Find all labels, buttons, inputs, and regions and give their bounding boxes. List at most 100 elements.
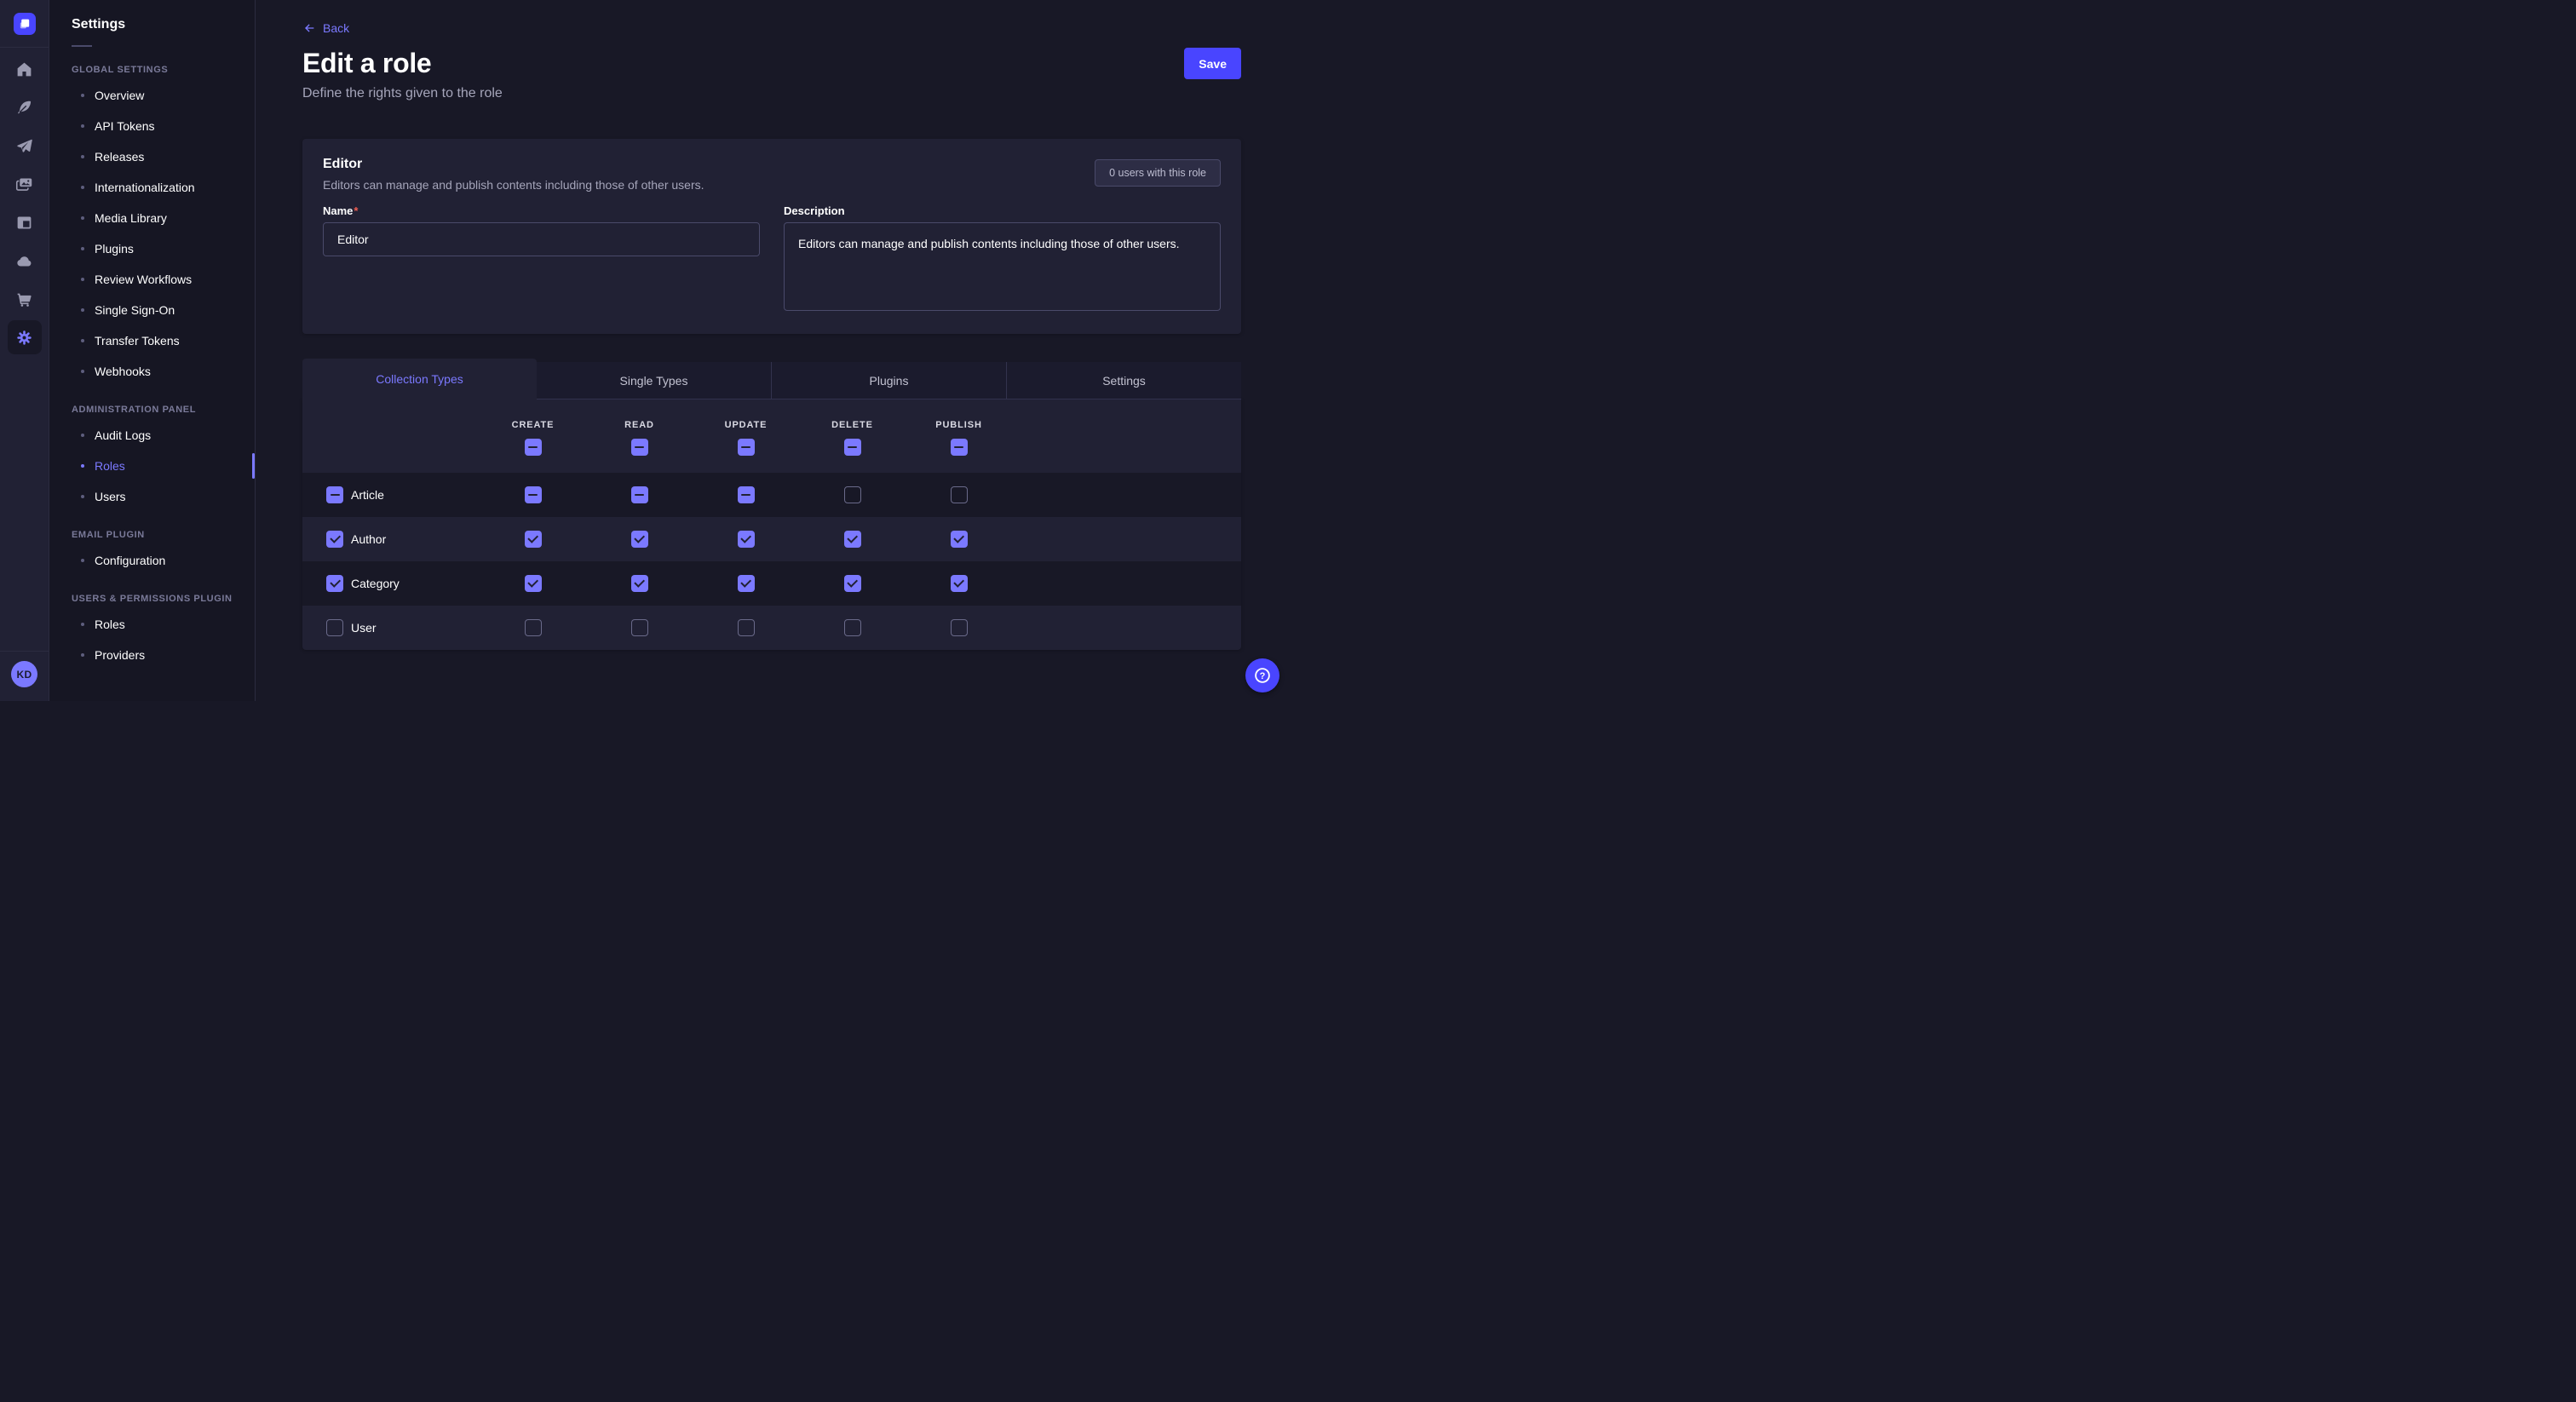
tab-settings[interactable]: Settings (1006, 362, 1241, 399)
permission-checkbox[interactable] (631, 531, 648, 548)
images-icon[interactable] (8, 167, 42, 201)
subnav-item-review-workflows[interactable]: Review Workflows (49, 264, 255, 295)
permission-checkbox[interactable] (631, 486, 648, 503)
subnav-item-transfer-tokens[interactable]: Transfer Tokens (49, 325, 255, 356)
subnav-item-label: Providers (95, 648, 145, 662)
description-textarea[interactable]: Editors can manage and publish contents … (784, 222, 1221, 311)
row-select-checkbox[interactable] (326, 531, 343, 548)
permission-row-category: Category (302, 561, 1241, 606)
permission-checkbox[interactable] (738, 486, 755, 503)
column-update: UPDATE (693, 399, 799, 473)
column-select-checkbox[interactable] (951, 439, 968, 456)
subnav-item-overview[interactable]: Overview (49, 80, 255, 111)
subnav-item-internationalization[interactable]: Internationalization (49, 172, 255, 203)
bullet-icon (81, 94, 84, 97)
cart-icon[interactable] (8, 282, 42, 316)
column-select-checkbox[interactable] (844, 439, 861, 456)
column-read: READ (586, 399, 693, 473)
bullet-icon (81, 155, 84, 158)
subnav-item-roles[interactable]: Roles (49, 609, 255, 640)
permission-checkbox[interactable] (525, 486, 542, 503)
home-icon[interactable] (8, 52, 42, 86)
cloud-icon[interactable] (8, 244, 42, 278)
permission-checkbox[interactable] (631, 575, 648, 592)
permission-checkbox[interactable] (525, 619, 542, 636)
column-select-checkbox[interactable] (631, 439, 648, 456)
subnav-item-label: Roles (95, 618, 125, 631)
feather-icon[interactable] (8, 90, 42, 124)
row-select-checkbox[interactable] (326, 486, 343, 503)
subnav-item-label: API Tokens (95, 119, 155, 133)
question-mark-icon: ? (1253, 666, 1272, 685)
permissions-table: CREATEREADUPDATEDELETEPUBLISH ArticleAut… (302, 399, 1241, 650)
tab-plugins[interactable]: Plugins (771, 362, 1006, 399)
permission-checkbox[interactable] (844, 531, 861, 548)
permission-checkbox[interactable] (844, 575, 861, 592)
permission-checkbox[interactable] (738, 619, 755, 636)
name-input[interactable] (323, 222, 760, 256)
subnav-item-audit-logs[interactable]: Audit Logs (49, 420, 255, 451)
role-info-card: Editor Editors can manage and publish co… (302, 139, 1241, 334)
subnav-item-webhooks[interactable]: Webhooks (49, 356, 255, 387)
bullet-icon (81, 434, 84, 437)
permissions-table-header: CREATEREADUPDATEDELETEPUBLISH (302, 399, 1241, 473)
bullet-icon (81, 247, 84, 250)
permission-checkbox[interactable] (844, 619, 861, 636)
permission-checkbox[interactable] (844, 486, 861, 503)
required-asterisk: * (354, 204, 358, 217)
row-select-checkbox[interactable] (326, 619, 343, 636)
permission-checkbox[interactable] (951, 575, 968, 592)
column-label: READ (624, 420, 654, 430)
permission-checkbox[interactable] (525, 531, 542, 548)
permission-checkbox[interactable] (631, 619, 648, 636)
permission-checkbox[interactable] (525, 575, 542, 592)
permission-checkbox[interactable] (738, 531, 755, 548)
arrow-left-icon (302, 21, 316, 35)
row-select-checkbox[interactable] (326, 575, 343, 592)
subnav-title-rule (72, 45, 92, 47)
column-publish: PUBLISH (906, 399, 1012, 473)
column-select-checkbox[interactable] (525, 439, 542, 456)
save-button[interactable]: Save (1184, 48, 1241, 79)
permission-checkbox[interactable] (951, 531, 968, 548)
subnav-item-releases[interactable]: Releases (49, 141, 255, 172)
user-avatar[interactable]: KD (11, 661, 37, 687)
subnav-section: EMAIL PLUGIN Configuration (49, 530, 255, 576)
tab-collection-types[interactable]: Collection Types (302, 359, 537, 399)
layout-icon[interactable] (8, 205, 42, 239)
permission-checkbox[interactable] (951, 486, 968, 503)
permission-checkbox[interactable] (951, 619, 968, 636)
subnav-item-media-library[interactable]: Media Library (49, 203, 255, 233)
gear-icon[interactable] (8, 320, 42, 354)
help-button[interactable]: ? (1245, 658, 1279, 692)
paper-plane-icon[interactable] (8, 129, 42, 163)
subnav-item-single-sign-on[interactable]: Single Sign-On (49, 295, 255, 325)
subnav-item-label: Webhooks (95, 365, 151, 378)
subnav-item-label: Review Workflows (95, 273, 192, 286)
page-subtitle: Define the rights given to the role (302, 86, 1241, 101)
subnav-item-label: Plugins (95, 242, 134, 256)
subnav-item-label: Users (95, 490, 126, 503)
subnav-item-configuration[interactable]: Configuration (49, 545, 255, 576)
strapi-logo[interactable] (14, 13, 36, 35)
subnav-item-users[interactable]: Users (49, 481, 255, 512)
subnav-item-plugins[interactable]: Plugins (49, 233, 255, 264)
permission-checkbox[interactable] (738, 575, 755, 592)
main-content: Back Edit a role Save Define the rights … (256, 0, 1288, 701)
back-link[interactable]: Back (302, 21, 349, 35)
page-title: Edit a role (302, 48, 431, 79)
bullet-icon (81, 559, 84, 562)
tab-single-types[interactable]: Single Types (537, 362, 771, 399)
subnav-section-label: ADMINISTRATION PANEL (72, 405, 233, 415)
content-type-label: User (351, 621, 377, 635)
subnav-item-providers[interactable]: Providers (49, 640, 255, 670)
subnav-item-label: Single Sign-On (95, 303, 175, 317)
subnav-item-roles[interactable]: Roles (49, 451, 255, 481)
bullet-icon (81, 186, 84, 189)
subnav-item-api-tokens[interactable]: API Tokens (49, 111, 255, 141)
users-with-role-button[interactable]: 0 users with this role (1095, 159, 1221, 187)
subnav-item-label: Roles (95, 459, 125, 473)
permissions-tab-bar: Collection Types Single Types Plugins Se… (302, 359, 1241, 399)
column-label: PUBLISH (935, 420, 982, 430)
column-select-checkbox[interactable] (738, 439, 755, 456)
